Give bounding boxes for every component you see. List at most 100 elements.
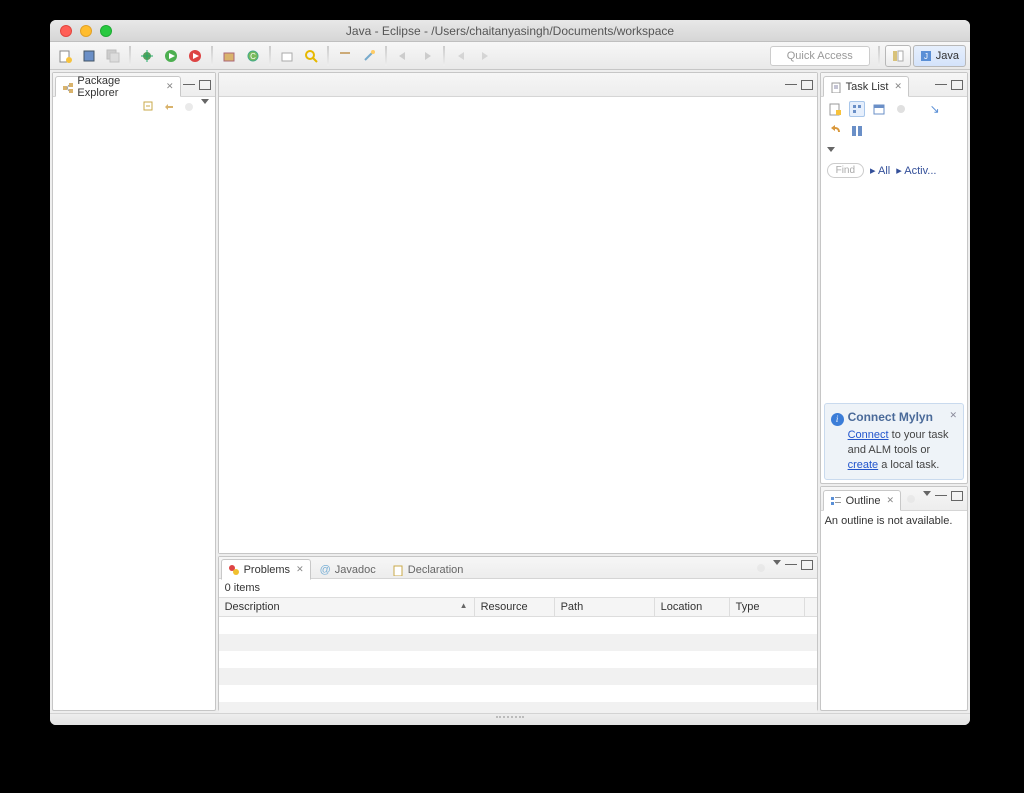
status-bar [50,713,970,725]
close-icon[interactable]: ✕ [296,564,304,575]
main-toolbar: C Quick Access J Java [50,42,970,70]
back-icon[interactable] [450,45,472,67]
tab-label: Task List [846,81,889,93]
focus-icon[interactable] [753,560,769,576]
minimize-view-icon[interactable] [183,84,195,86]
java-perspective-button[interactable]: J Java [913,45,966,67]
maximize-view-icon[interactable] [801,560,813,570]
save-icon[interactable] [78,45,100,67]
col-resource[interactable]: Resource [475,598,555,616]
collapse-icon[interactable] [849,123,865,139]
nav-prev-edit-icon[interactable] [392,45,414,67]
col-description[interactable]: Description [225,601,280,613]
debug-icon[interactable] [136,45,158,67]
close-icon[interactable]: ✕ [949,410,957,421]
problems-table-body [219,617,817,719]
sort-asc-icon[interactable]: ▲ [460,601,468,613]
minimize-view-icon[interactable] [785,564,797,566]
outline-empty-text: An outline is not available. [821,511,967,710]
search-icon[interactable] [300,45,322,67]
col-location[interactable]: Location [655,598,730,616]
focus-icon[interactable] [903,491,919,507]
task-list-body[interactable] [821,182,967,400]
tab-problems[interactable]: Problems ✕ [221,559,311,580]
view-menu-icon[interactable] [773,560,781,565]
focus-workweek-icon[interactable] [893,101,909,117]
tab-label: Outline [846,495,881,507]
minimize-editor-icon[interactable] [785,84,797,86]
maximize-view-icon[interactable] [951,491,963,501]
window-close-button[interactable] [60,25,72,37]
categorized-icon[interactable] [849,101,865,117]
view-menu-icon[interactable] [827,147,835,152]
task-list-view: Task List ✕ ↘ [820,72,968,484]
synchronize-icon[interactable] [827,123,843,139]
window-zoom-button[interactable] [100,25,112,37]
create-link[interactable]: create [848,459,879,471]
open-type-icon[interactable] [276,45,298,67]
new-task-icon[interactable] [827,101,843,117]
perspective-label: Java [936,50,959,62]
open-perspective-button[interactable] [885,45,911,67]
filter-all[interactable]: All [878,165,890,177]
new-icon[interactable] [54,45,76,67]
window-minimize-button[interactable] [80,25,92,37]
problems-table-header: Description ▲ Resource Path Location Type [219,597,817,617]
tab-task-list[interactable]: Task List ✕ [823,76,909,97]
tab-package-explorer[interactable]: Package Explorer ✕ [55,76,181,97]
connect-link[interactable]: Connect [848,429,889,441]
nav-next-edit-icon[interactable] [416,45,438,67]
collapse-all-icon[interactable] [141,99,157,115]
outline-view: Outline ✕ An outline is not available. [820,486,968,711]
link-editor-icon[interactable] [161,99,177,115]
maximize-view-icon[interactable] [951,80,963,90]
editor-area [218,72,818,554]
close-icon[interactable]: ✕ [886,495,894,506]
col-path[interactable]: Path [555,598,655,616]
close-icon[interactable]: ✕ [894,81,902,92]
tab-label: Javadoc [335,564,376,576]
eclipse-window: Java - Eclipse - /Users/chaitanyasingh/D… [50,20,970,725]
new-class-icon[interactable]: C [242,45,264,67]
filter-activate[interactable]: Activ... [904,165,936,177]
titlebar: Java - Eclipse - /Users/chaitanyasingh/D… [50,20,970,42]
info-icon: i [831,413,844,426]
new-package-icon[interactable] [218,45,240,67]
problems-count: 0 items [219,579,817,597]
forward-icon[interactable] [474,45,496,67]
maximize-view-icon[interactable] [199,80,211,90]
wand-icon[interactable] [358,45,380,67]
tab-outline[interactable]: Outline ✕ [823,490,901,511]
toggle-breadcrumb-icon[interactable] [334,45,356,67]
minimize-view-icon[interactable] [935,495,947,497]
col-type[interactable]: Type [730,598,805,616]
problems-view: Problems ✕ @ Javadoc Declaration [218,556,818,711]
minimize-view-icon[interactable] [935,84,947,86]
scheduled-icon[interactable] [871,101,887,117]
focus-task-icon[interactable] [181,99,197,115]
hide-icon[interactable]: ↘ [927,101,943,117]
save-all-icon[interactable] [102,45,124,67]
tab-label: Problems [244,564,290,576]
svg-text:C: C [250,52,256,61]
mylyn-connect-panel: ✕ i Connect Mylyn Connect to your task a… [824,403,964,480]
tab-label: Declaration [408,564,464,576]
find-input[interactable]: Find [827,163,864,178]
maximize-editor-icon[interactable] [801,80,813,90]
window-title: Java - Eclipse - /Users/chaitanyasingh/D… [50,24,970,38]
close-icon[interactable]: ✕ [166,81,174,92]
col-empty [805,598,817,616]
tab-javadoc[interactable]: @ Javadoc [313,559,383,580]
editor-empty[interactable] [219,97,817,553]
quick-access-input[interactable]: Quick Access [770,46,870,66]
view-menu-icon[interactable] [923,491,931,496]
mylyn-text-post: a local task. [878,459,939,471]
package-explorer-tree[interactable] [53,117,215,710]
run-icon[interactable] [160,45,182,67]
view-menu-icon[interactable] [201,99,209,104]
tab-declaration[interactable]: Declaration [385,559,471,580]
run-last-icon[interactable] [184,45,206,67]
tab-label: Package Explorer [77,75,160,99]
package-explorer-view: Package Explorer ✕ [52,72,216,711]
mylyn-title: Connect Mylyn [848,410,933,424]
